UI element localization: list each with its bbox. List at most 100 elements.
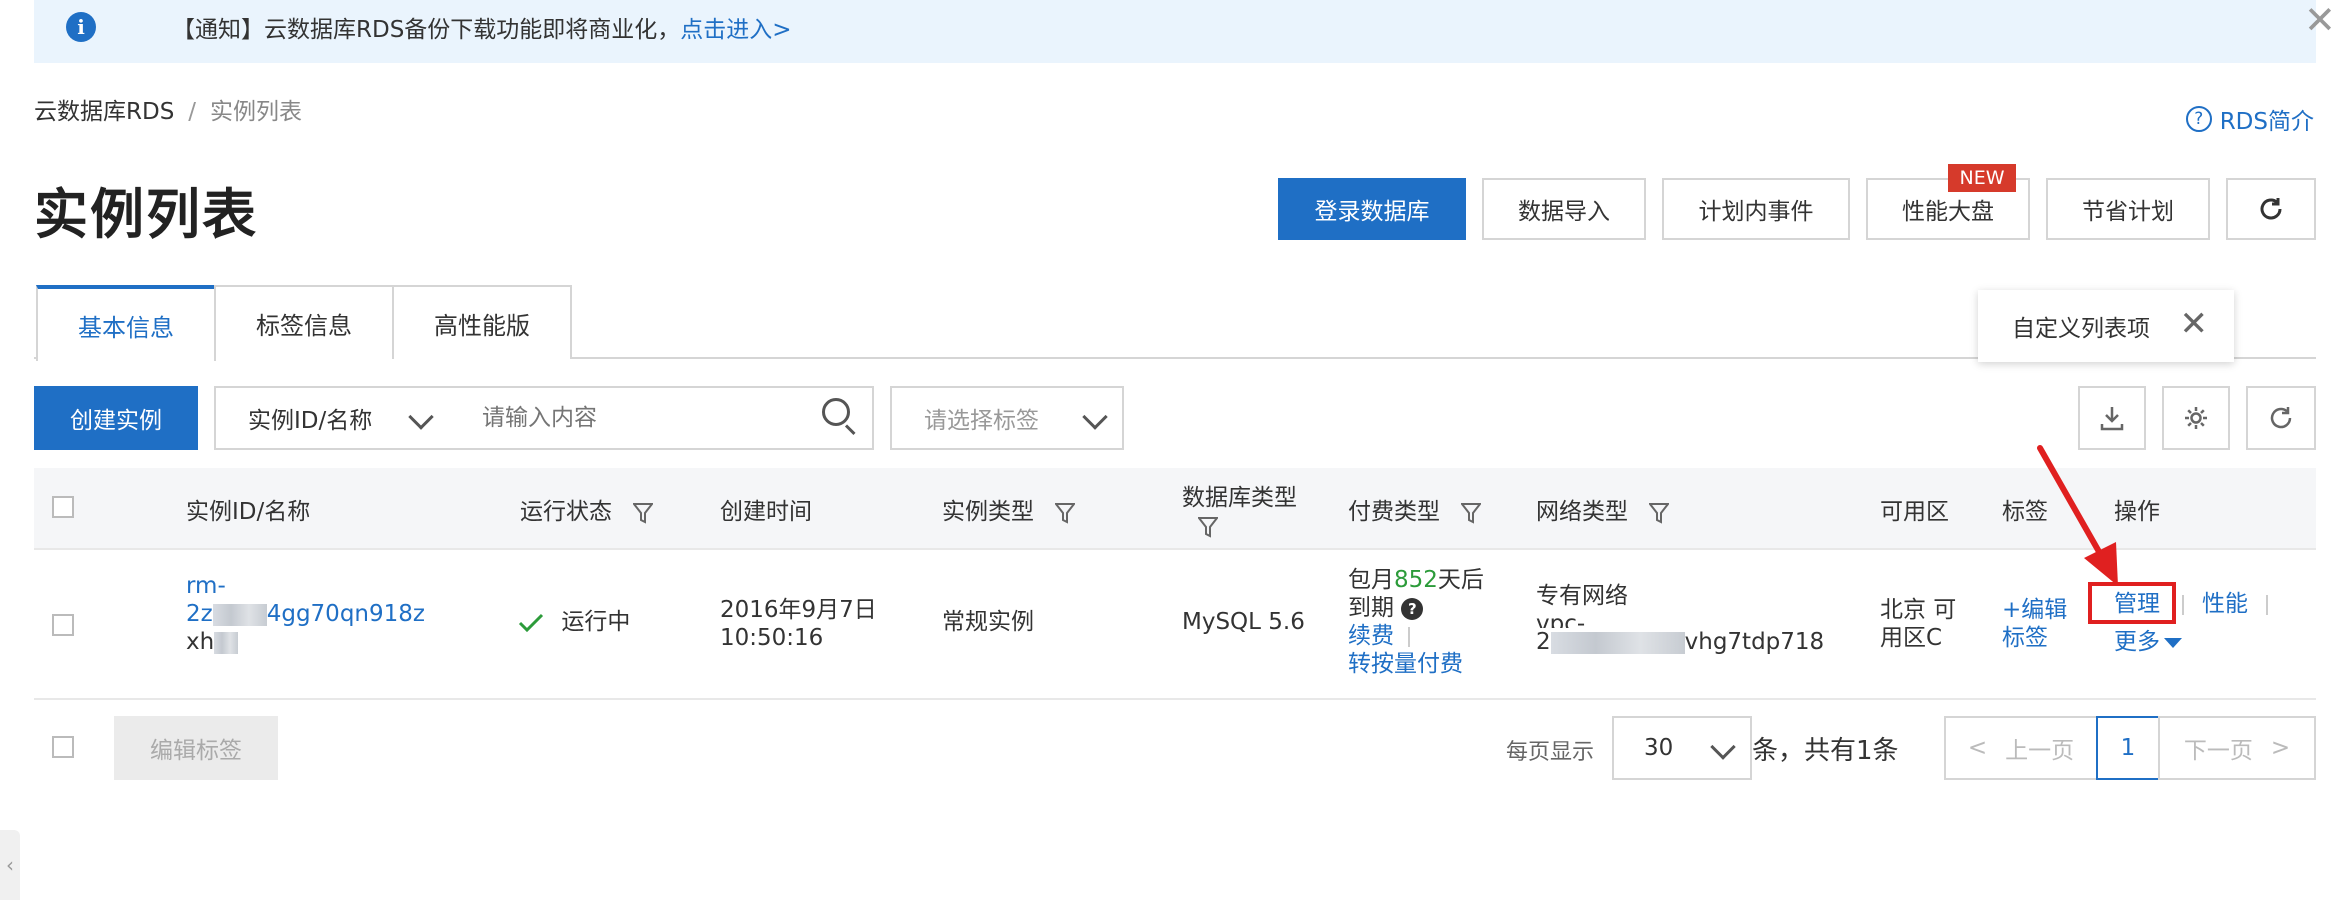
manage-link[interactable]: 管理 [2114, 591, 2160, 617]
filter-icon[interactable] [1055, 502, 1076, 524]
breadcrumb-root[interactable]: 云数据库RDS [34, 99, 174, 125]
caret-down-icon [2164, 637, 2182, 648]
next-page-label: 下一页 [2183, 738, 2253, 764]
page-button-current[interactable]: 1 [2096, 716, 2160, 780]
filter-icon[interactable] [1649, 502, 1670, 524]
more-menu[interactable]: 更多 [2114, 628, 2182, 656]
column-header-db-type[interactable]: 数据库类型 [1182, 478, 1297, 538]
row-divider [34, 698, 2316, 700]
filter-icon[interactable] [1198, 516, 1218, 538]
created-time-cell: 2016年9月7日 10:50:16 [720, 596, 877, 652]
filter-icon[interactable] [1461, 502, 1482, 524]
row-divider [34, 548, 2316, 550]
db-type-cell: MySQL 5.6 [1182, 609, 1305, 635]
billing-days: 852 [1394, 567, 1438, 593]
notice-bar: i 【通知】云数据库RDS备份下载功能即将商业化，点击进入> ✕ [34, 0, 2336, 63]
search-icon[interactable] [822, 398, 858, 438]
refresh-button[interactable] [2226, 178, 2316, 240]
filter-field-select[interactable]: 实例ID/名称 [214, 386, 450, 450]
chevron-down-icon [408, 404, 434, 430]
page-size-select[interactable]: 30 [1612, 716, 1752, 780]
refresh-icon [2270, 407, 2292, 429]
chevron-left-icon: < [1967, 735, 1988, 761]
search-input[interactable] [448, 386, 874, 450]
new-badge: NEW [1948, 164, 2016, 192]
data-import-button[interactable]: 数据导入 [1482, 178, 1646, 240]
savings-plan-button[interactable]: 节省计划 [2046, 178, 2210, 240]
breadcrumb-current: 实例列表 [210, 99, 303, 125]
performance-link[interactable]: 性能 [2202, 591, 2248, 617]
column-header-id: 实例ID/名称 [186, 499, 311, 525]
status-text: 运行中 [561, 609, 631, 635]
table-header [34, 468, 2316, 548]
status-cell: 运行中 [518, 608, 630, 636]
edit-tags-link[interactable]: +编辑 标签 [2002, 596, 2067, 652]
refresh-icon [2260, 198, 2282, 220]
more-label: 更多 [2114, 629, 2160, 655]
notice-message: 【通知】云数据库RDS备份下载功能即将商业化， [172, 17, 681, 43]
prev-page-button[interactable]: < 上一页 [1944, 716, 2098, 780]
settings-button[interactable] [2162, 386, 2230, 450]
notice-link[interactable]: 点击进入> [680, 17, 791, 43]
help-icon[interactable]: ? [1401, 597, 1424, 620]
login-database-button[interactable]: 登录数据库 [1278, 178, 1466, 240]
divider [2266, 594, 2268, 615]
switch-payg-link[interactable]: 转按量付费 [1348, 650, 1484, 678]
column-header-created: 创建时间 [720, 499, 812, 525]
chevron-right-icon: > [2270, 735, 2291, 761]
zone-line2: 用区C [1880, 625, 1943, 651]
instance-type-cell: 常规实例 [942, 609, 1034, 635]
actions-cell: 管理 性能 [2114, 590, 2282, 618]
total-count: 条，共有1条 [1752, 736, 1899, 766]
tab-tag-info[interactable]: 标签信息 [214, 285, 394, 359]
per-page-label: 每页显示 [1506, 740, 1595, 765]
column-header-status-label: 运行状态 [520, 499, 612, 525]
instance-id-cell: rm- 2z 4gg70qn918z xh [186, 572, 425, 656]
custom-columns-label: 自定义列表项 [2012, 316, 2150, 342]
close-icon[interactable]: ✕ [2304, 0, 2336, 40]
redacted-block [214, 631, 239, 654]
column-header-billing-label: 付费类型 [1348, 499, 1440, 525]
column-header-instance-type[interactable]: 实例类型 [942, 492, 1076, 526]
column-header-status[interactable]: 运行状态 [520, 492, 654, 526]
edit-tags-button[interactable]: 编辑标签 [114, 716, 278, 780]
instance-id-link[interactable]: rm- 2z 4gg70qn918z [186, 572, 425, 628]
edit-tags-line1: +编辑 [2002, 597, 2068, 623]
help-icon: ? [2185, 106, 2212, 132]
column-header-network[interactable]: 网络类型 [1536, 492, 1670, 526]
create-instance-button[interactable]: 创建实例 [34, 386, 198, 450]
redacted-block [212, 603, 267, 626]
tab-basic-info[interactable]: 基本信息 [36, 285, 216, 361]
renew-link[interactable]: 续费 [1348, 623, 1394, 649]
zone-line1: 北京 可 [1880, 597, 1957, 623]
column-header-billing[interactable]: 付费类型 [1348, 492, 1482, 526]
chevron-left-icon: ‹ [6, 853, 14, 877]
chevron-down-icon [1710, 734, 1736, 760]
sidebar-toggle[interactable]: ‹ [0, 830, 20, 900]
billing-suffix: 天后 [1437, 567, 1484, 593]
tab-high-performance[interactable]: 高性能版 [392, 285, 572, 359]
next-page-button[interactable]: 下一页 > [2158, 716, 2316, 780]
footer-select-checkbox[interactable] [52, 736, 74, 758]
filter-field-value: 实例ID/名称 [248, 408, 373, 434]
row-checkbox[interactable] [52, 614, 74, 636]
instance-id-line1: rm- [186, 573, 226, 599]
vpc-id-suffix: vhg7tdp718 [1684, 629, 1825, 655]
select-all-checkbox[interactable] [52, 496, 74, 518]
refresh-list-button[interactable] [2246, 386, 2316, 450]
rds-intro-link[interactable]: ? RDS简介 [2185, 102, 2314, 136]
annotation-arrow [2037, 445, 2118, 586]
filter-icon[interactable] [633, 502, 654, 524]
breadcrumb-separator: / [188, 99, 197, 125]
rds-intro-label: RDS简介 [2219, 109, 2314, 135]
gear-icon [2185, 407, 2207, 429]
divider [1408, 626, 1410, 647]
info-icon: i [66, 12, 96, 42]
close-icon[interactable]: ✕ [2180, 306, 2209, 342]
instance-id-suffix: 4gg70qn918z [266, 601, 425, 627]
check-icon [518, 613, 544, 632]
instance-id-prefix: 2z [186, 601, 213, 627]
planned-events-button[interactable]: 计划内事件 [1662, 178, 1850, 240]
tag-select[interactable]: 请选择标签 [890, 386, 1124, 450]
billing-cell: 包月852天后 到期 ? 续费 转按量付费 [1348, 566, 1484, 678]
